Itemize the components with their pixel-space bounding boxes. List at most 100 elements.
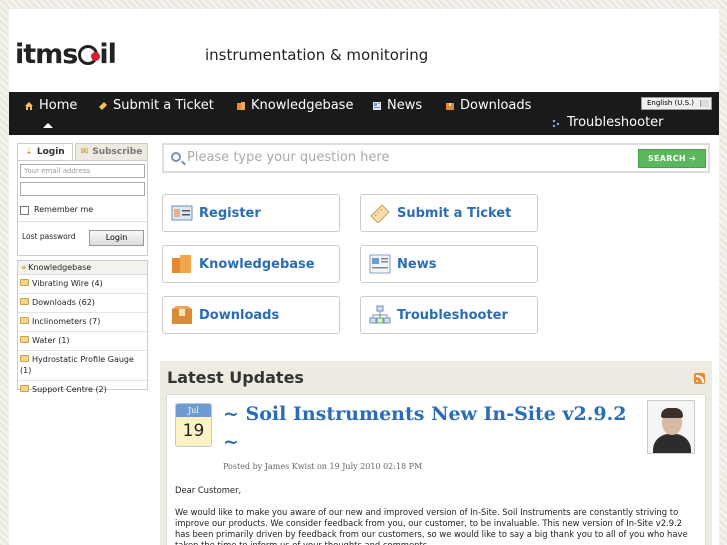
kb-category-count: (2)	[95, 385, 107, 394]
tile-knowledgebase[interactable]: Knowledgebase	[162, 245, 340, 283]
download-box-icon	[446, 103, 454, 110]
login-tab-icon: ⇣	[25, 147, 33, 157]
nav-home[interactable]: Home	[24, 96, 77, 116]
kb-category-item[interactable]: Water (1)	[18, 332, 147, 351]
avatar-hair	[661, 408, 683, 418]
logo-o-mark	[78, 45, 101, 65]
knowledgebase-tree-header: » Knowledgebase	[18, 261, 147, 275]
folder-icon	[20, 298, 29, 305]
tile-register-label: Register	[199, 205, 261, 221]
search-input[interactable]: Please type your question here	[187, 150, 389, 165]
news-article: Jul 19 ~ Soil Instruments New In-Site v2…	[166, 394, 706, 545]
site-tagline: instrumentation & monitoring	[205, 46, 429, 64]
kb-category-label: Vibrating Wire	[32, 279, 89, 288]
tile-news[interactable]: News	[360, 245, 538, 283]
kb-category-item[interactable]: Support Centre (2)	[18, 381, 147, 399]
article-paragraph: We would like to make you aware of our n…	[175, 507, 688, 545]
subscribe-tab-icon: ✉	[80, 147, 89, 157]
kb-category-label: Hydrostatic Profile Gauge	[32, 355, 134, 364]
books-icon	[237, 102, 245, 110]
article-greeting: Dear Customer,	[175, 485, 242, 495]
calendar-date-badge: Jul 19	[175, 403, 212, 447]
folder-icon	[20, 279, 29, 286]
tile-news-label: News	[397, 256, 437, 272]
tile-knowledgebase-label: Knowledgebase	[199, 256, 315, 272]
avatar-body	[653, 434, 691, 453]
kb-category-item[interactable]: Inclinometers (7)	[18, 313, 147, 332]
site-logo[interactable]: itms il	[15, 39, 117, 70]
search-icon	[171, 152, 181, 162]
login-tabs: ⇣ Login ✉ Subscribe	[17, 143, 148, 161]
login-button[interactable]: Login	[89, 230, 144, 246]
latest-updates-section: Latest Updates Jul 19 ~ Soil Instruments…	[160, 361, 712, 545]
rss-feed-icon[interactable]	[694, 373, 705, 384]
search-button[interactable]: SEARCH ➜	[638, 149, 706, 168]
active-nav-indicator	[43, 123, 53, 128]
kb-category-item[interactable]: Vibrating Wire (4)	[18, 275, 147, 294]
author-avatar	[647, 400, 695, 454]
nav-troubleshooter[interactable]: Troubleshooter	[552, 113, 664, 133]
nav-news[interactable]: News	[372, 96, 422, 116]
knowledgebase-tree: » Knowledgebase Vibrating Wire (4) Downlo…	[17, 260, 148, 394]
search-button-label: SEARCH	[647, 154, 686, 163]
remember-me-checkbox[interactable]	[20, 206, 29, 215]
kb-category-label: Downloads	[32, 298, 76, 307]
nav-knowledgebase-label: Knowledgebase	[251, 98, 354, 113]
kb-category-label: Water	[32, 336, 56, 345]
books-icon	[172, 255, 191, 273]
kb-category-count: (62)	[78, 298, 95, 307]
kb-category-count: (1)	[20, 366, 32, 375]
tile-troubleshooter[interactable]: Troubleshooter	[360, 296, 538, 334]
main-nav: Home Submit a Ticket Knowledgebase News …	[9, 92, 719, 135]
kb-category-item[interactable]: Hydrostatic Profile Gauge (1)	[18, 351, 147, 381]
remember-me-label: Remember me	[34, 205, 94, 214]
date-day: 19	[176, 417, 211, 446]
language-select[interactable]: English (U.S.)	[641, 97, 712, 110]
kb-category-count: (7)	[89, 317, 101, 326]
nav-news-label: News	[387, 98, 423, 113]
nav-downloads[interactable]: Downloads	[445, 96, 531, 116]
folder-icon	[20, 317, 29, 324]
kb-category-label: Support Centre	[32, 385, 93, 394]
tile-troubleshooter-label: Troubleshooter	[397, 307, 508, 323]
tab-subscribe[interactable]: ✉ Subscribe	[75, 143, 148, 161]
folder-icon	[20, 355, 29, 362]
date-month: Jul	[176, 404, 211, 417]
tab-subscribe-label: Subscribe	[92, 147, 143, 157]
house-icon	[25, 102, 33, 110]
kb-category-count: (1)	[58, 336, 70, 345]
nav-home-label: Home	[39, 98, 78, 113]
login-box: Your email address Remember me Lost pass…	[17, 160, 148, 256]
tab-login-label: Login	[36, 147, 65, 157]
nav-troubleshooter-label: Troubleshooter	[567, 115, 664, 130]
tile-downloads-label: Downloads	[199, 307, 280, 323]
troubleshooter-icon	[552, 119, 560, 128]
nav-downloads-label: Downloads	[460, 98, 532, 113]
kb-category-item[interactable]: Downloads (62)	[18, 294, 147, 313]
email-input[interactable]: Your email address	[20, 164, 145, 178]
folder-icon	[20, 385, 29, 392]
nav-submit-ticket-label: Submit a Ticket	[113, 98, 214, 113]
register-card-icon	[171, 205, 193, 221]
tile-register[interactable]: Register	[162, 194, 340, 232]
nav-submit-ticket[interactable]: Submit a Ticket	[98, 96, 214, 116]
news-icon	[369, 254, 391, 274]
kb-category-count: (4)	[91, 279, 103, 288]
search-bar: Please type your question here SEARCH ➜	[162, 143, 710, 173]
troubleshooter-icon	[369, 305, 391, 324]
lost-password-link[interactable]: Lost password	[22, 232, 75, 241]
kb-category-label: Inclinometers	[32, 317, 87, 326]
login-divider	[18, 221, 147, 222]
article-title-link[interactable]: ~ Soil Instruments New In-Site v2.9.2 ~	[223, 400, 643, 456]
tile-submit-ticket[interactable]: Submit a Ticket	[360, 194, 538, 232]
password-input[interactable]	[20, 182, 145, 196]
chevron-right-icon: »	[21, 263, 27, 272]
nav-knowledgebase[interactable]: Knowledgebase	[236, 96, 353, 116]
article-body: Dear Customer, We would like to make you…	[175, 485, 699, 545]
tab-login[interactable]: ⇣ Login	[17, 143, 73, 161]
download-box-icon	[172, 306, 192, 324]
tile-downloads[interactable]: Downloads	[162, 296, 340, 334]
latest-updates-title: Latest Updates	[167, 368, 304, 387]
article-meta: Posted by James Kwist on 19 July 2010 02…	[223, 462, 423, 471]
folder-icon	[20, 336, 29, 343]
